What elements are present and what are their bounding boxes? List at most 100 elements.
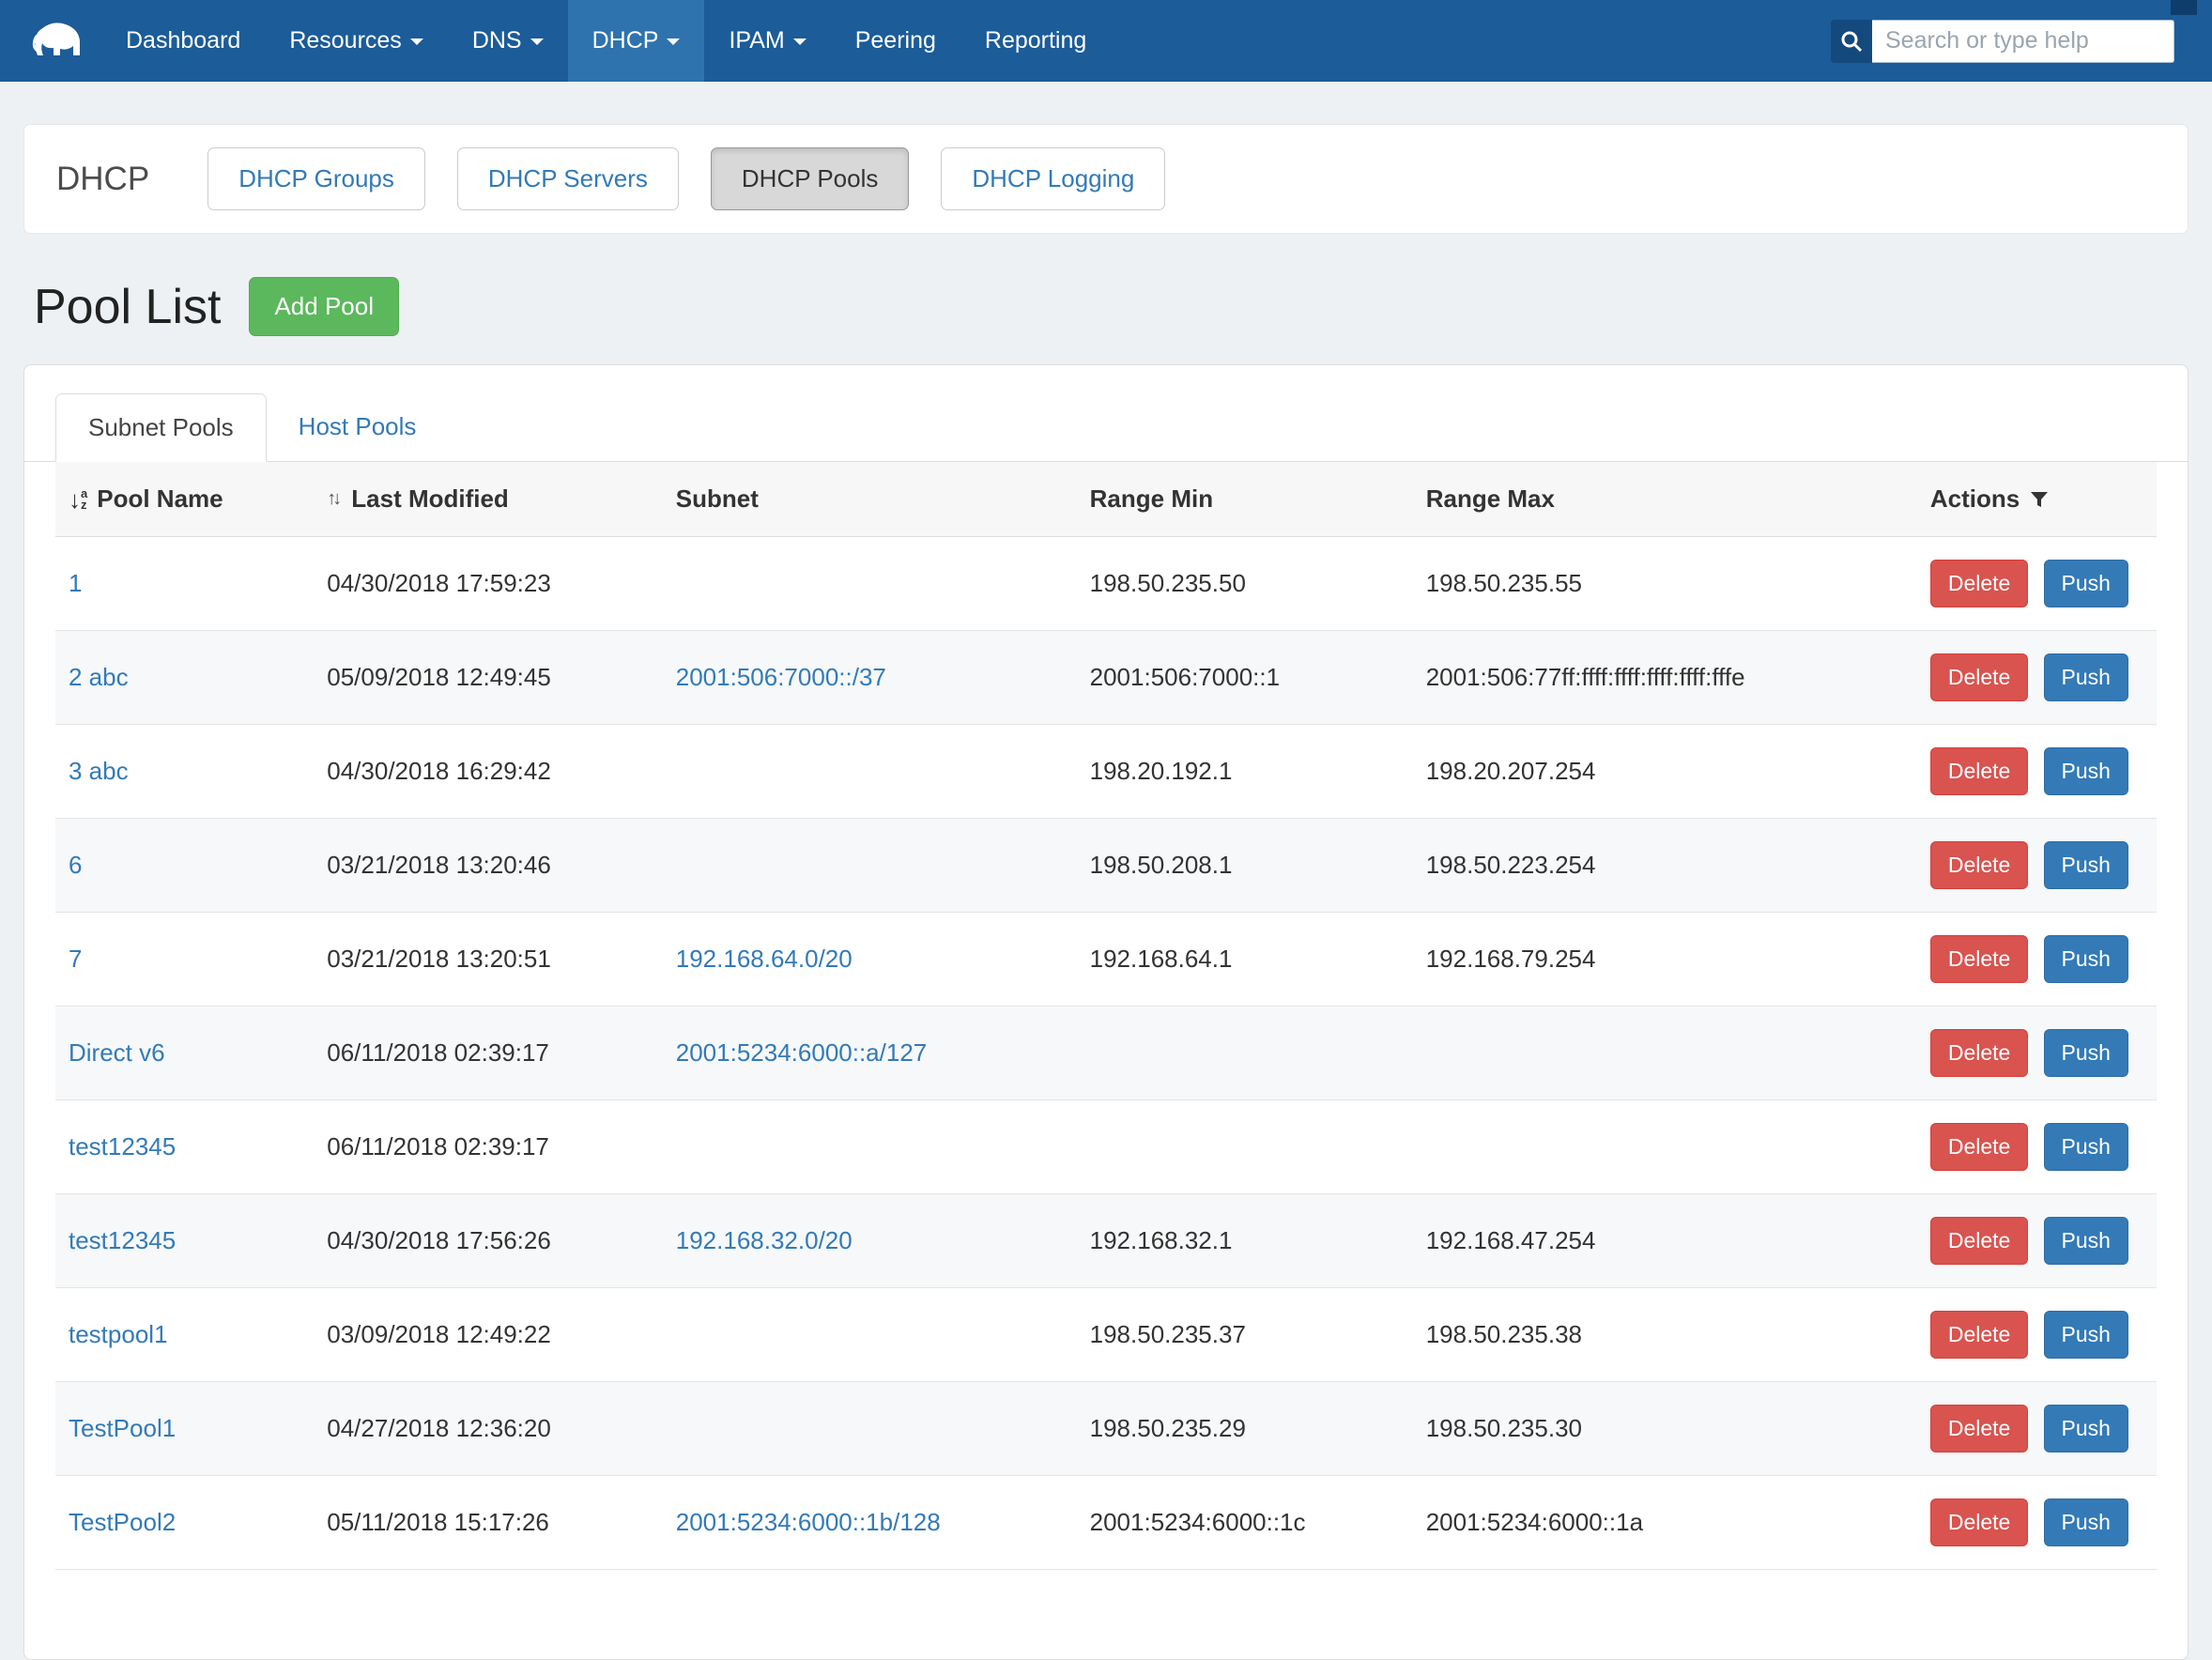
delete-button[interactable]: Delete — [1930, 1499, 2028, 1546]
nav-item-label: Resources — [289, 27, 402, 54]
range-max-cell — [1413, 1100, 1917, 1194]
pool-name-link[interactable]: TestPool2 — [69, 1508, 176, 1536]
nav-item-dashboard[interactable]: Dashboard — [101, 0, 265, 82]
sort-alpha-icon[interactable]: ↓ az — [69, 487, 87, 512]
header-subnet[interactable]: Subnet — [663, 462, 1077, 537]
push-button[interactable]: Push — [2044, 560, 2128, 607]
nav-item-reporting[interactable]: Reporting — [960, 0, 1111, 82]
push-button[interactable]: Push — [2044, 1311, 2128, 1359]
push-button[interactable]: Push — [2044, 1029, 2128, 1077]
range-min-cell — [1077, 1007, 1413, 1100]
table-row: 1 04/30/2018 17:59:23 198.50.235.50 198.… — [55, 537, 2157, 631]
last-modified-cell: 03/21/2018 13:20:51 — [314, 913, 663, 1007]
nav-item-label: DNS — [472, 27, 522, 54]
table-row: TestPool2 05/11/2018 15:17:26 2001:5234:… — [55, 1476, 2157, 1570]
search-input[interactable] — [1872, 20, 2174, 63]
delete-button[interactable]: Delete — [1930, 1123, 2028, 1171]
push-button[interactable]: Push — [2044, 841, 2128, 889]
subnet-link[interactable]: 2001:5234:6000::a/127 — [676, 1038, 927, 1067]
subnet-link[interactable]: 2001:506:7000::/37 — [676, 663, 886, 691]
pool-name-link[interactable]: testpool1 — [69, 1320, 168, 1348]
range-max-cell: 198.50.235.38 — [1413, 1288, 1917, 1382]
add-pool-button[interactable]: Add Pool — [249, 277, 399, 336]
dhcp-subnav: DHCP DHCP Groups DHCP Servers DHCP Pools… — [23, 124, 2189, 234]
nav-item-peering[interactable]: Peering — [831, 0, 960, 82]
table-row: test12345 06/11/2018 02:39:17 Delete Pus… — [55, 1100, 2157, 1194]
last-modified-cell: 03/09/2018 12:49:22 — [314, 1288, 663, 1382]
app-logo[interactable] — [0, 0, 101, 82]
page-header: Pool List Add Pool — [34, 277, 2189, 336]
delete-button[interactable]: Delete — [1930, 1029, 2028, 1077]
search-icon[interactable] — [1831, 20, 1872, 63]
push-button[interactable]: Push — [2044, 1217, 2128, 1265]
range-min-cell: 198.50.235.29 — [1077, 1382, 1413, 1476]
pool-list-card: Subnet Pools Host Pools ↓ az Pool Name — [23, 364, 2189, 1660]
top-navbar: Dashboard Resources DNS DHCP IPAM Peerin… — [0, 0, 2212, 82]
dhcp-servers-button[interactable]: DHCP Servers — [457, 147, 679, 210]
page-title: Pool List — [34, 279, 221, 335]
nav-item-resources[interactable]: Resources — [265, 0, 448, 82]
filter-funnel-icon[interactable] — [2029, 489, 2050, 510]
push-button[interactable]: Push — [2044, 653, 2128, 701]
range-max-cell: 198.20.207.254 — [1413, 725, 1917, 819]
delete-button[interactable]: Delete — [1930, 653, 2028, 701]
caret-down-icon — [410, 38, 423, 52]
nav-item-label: Reporting — [985, 27, 1086, 54]
table-row: 3 abc 04/30/2018 16:29:42 198.20.192.1 1… — [55, 725, 2157, 819]
nav-item-label: IPAM — [729, 27, 784, 54]
last-modified-cell: 04/30/2018 17:56:26 — [314, 1194, 663, 1288]
delete-button[interactable]: Delete — [1930, 560, 2028, 607]
pool-name-link[interactable]: 6 — [69, 851, 82, 879]
header-range-min[interactable]: Range Min — [1077, 462, 1413, 537]
tab-subnet-pools[interactable]: Subnet Pools — [55, 393, 267, 462]
nav-item-dns[interactable]: DNS — [448, 0, 568, 82]
pool-name-link[interactable]: test12345 — [69, 1226, 176, 1254]
nav-item-dhcp[interactable]: DHCP — [568, 0, 705, 82]
caret-down-icon — [793, 38, 806, 52]
delete-button[interactable]: Delete — [1930, 935, 2028, 983]
delete-button[interactable]: Delete — [1930, 841, 2028, 889]
pool-name-link[interactable]: 2 abc — [69, 663, 129, 691]
push-button[interactable]: Push — [2044, 1123, 2128, 1171]
table-row: TestPool1 04/27/2018 12:36:20 198.50.235… — [55, 1382, 2157, 1476]
dhcp-groups-button[interactable]: DHCP Groups — [207, 147, 425, 210]
table-row: 7 03/21/2018 13:20:51 192.168.64.0/20 19… — [55, 913, 2157, 1007]
pool-name-link[interactable]: Direct v6 — [69, 1038, 165, 1067]
pool-name-link[interactable]: 7 — [69, 945, 82, 973]
delete-button[interactable]: Delete — [1930, 747, 2028, 795]
range-max-cell: 198.50.235.30 — [1413, 1382, 1917, 1476]
subnet-link[interactable]: 2001:5234:6000::1b/128 — [676, 1508, 941, 1536]
pool-name-link[interactable]: 3 abc — [69, 757, 129, 785]
pool-name-link[interactable]: test12345 — [69, 1132, 176, 1160]
delete-button[interactable]: Delete — [1930, 1311, 2028, 1359]
pool-name-link[interactable]: 1 — [69, 569, 82, 597]
header-last-modified[interactable]: ↑↓ Last Modified — [314, 462, 663, 537]
range-min-cell: 198.50.208.1 — [1077, 819, 1413, 913]
tab-host-pools[interactable]: Host Pools — [267, 393, 449, 462]
sort-updown-icon[interactable]: ↑↓ — [327, 488, 338, 510]
header-label: Last Modified — [351, 484, 509, 514]
pool-name-link[interactable]: TestPool1 — [69, 1414, 176, 1442]
dhcp-logging-button[interactable]: DHCP Logging — [941, 147, 1165, 210]
header-label: Subnet — [676, 484, 759, 513]
subnet-link[interactable]: 192.168.32.0/20 — [676, 1226, 853, 1254]
table-row: test12345 04/30/2018 17:56:26 192.168.32… — [55, 1194, 2157, 1288]
corner-artifact — [2171, 0, 2197, 15]
header-label: Actions — [1930, 484, 2020, 514]
range-min-cell — [1077, 1100, 1413, 1194]
subnet-link[interactable]: 192.168.64.0/20 — [676, 945, 853, 973]
last-modified-cell: 05/11/2018 15:17:26 — [314, 1476, 663, 1570]
push-button[interactable]: Push — [2044, 747, 2128, 795]
header-range-max[interactable]: Range Max — [1413, 462, 1917, 537]
last-modified-cell: 06/11/2018 02:39:17 — [314, 1007, 663, 1100]
header-pool-name[interactable]: ↓ az Pool Name — [55, 462, 314, 537]
delete-button[interactable]: Delete — [1930, 1217, 2028, 1265]
push-button[interactable]: Push — [2044, 1499, 2128, 1546]
table-header-row: ↓ az Pool Name ↑↓ Last Modified Subnet — [55, 462, 2157, 537]
nav-item-ipam[interactable]: IPAM — [704, 0, 830, 82]
header-actions: Actions — [1917, 462, 2157, 537]
push-button[interactable]: Push — [2044, 935, 2128, 983]
nav-item-label: DHCP — [592, 27, 659, 54]
dhcp-pools-button[interactable]: DHCP Pools — [711, 147, 909, 210]
table-row: 6 03/21/2018 13:20:46 198.50.208.1 198.5… — [55, 819, 2157, 913]
